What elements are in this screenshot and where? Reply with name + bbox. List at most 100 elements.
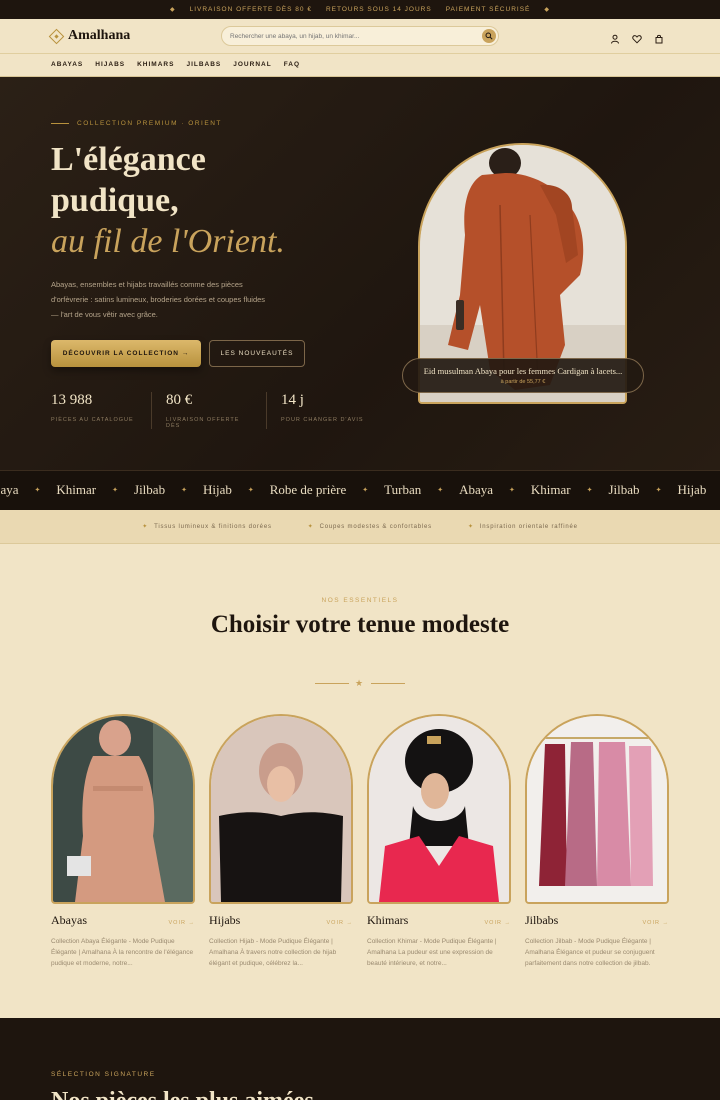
category-name: Jilbabs [525, 913, 559, 927]
category-image[interactable] [51, 714, 195, 904]
title-ornament: ★ [315, 678, 405, 688]
bag-icon[interactable] [654, 31, 664, 44]
hero-product-price: à partir de 55,77 € [500, 379, 546, 385]
stat-label: LIVRAISON OFFERTE DÈS [166, 417, 240, 429]
hijab-photo [211, 716, 351, 902]
marquee-word: Hijab [202, 482, 232, 497]
view-link[interactable]: VOIR → [169, 920, 195, 926]
announcement-payment: PAIEMENT SÉCURISÉ [445, 6, 531, 13]
search-input[interactable] [230, 27, 480, 45]
diamond-icon: ◆ [169, 7, 176, 13]
star-icon: ✦ [142, 524, 149, 530]
stat-value: 80 € [166, 392, 193, 408]
signature-section: SÉLECTION SIGNATURE Nos pièces les plus … [0, 1018, 720, 1100]
hero-title-line3: au fil de l'Orient. [51, 223, 285, 260]
signature-eyebrow: SÉLECTION SIGNATURE [51, 1071, 156, 1078]
hero-title-line2: pudique, [51, 182, 179, 219]
nav-item-faq[interactable]: FAQ [284, 61, 300, 68]
nav-item-khimars[interactable]: KHIMARS [137, 61, 174, 68]
stat-catalogue: 13 988 PIÈCES AU CATALOGUE [51, 392, 152, 429]
hero-product-name: Eid musulman Abaya pour les femmes Cardi… [423, 366, 623, 376]
features-strip: ✦ Tissus lumineux & finitions dorées ✦ Cou… [0, 510, 720, 544]
announcement-returns: RETOURS SOUS 14 JOURS [325, 6, 432, 13]
stat-label: POUR CHANGER D'AVIS [281, 417, 364, 423]
jilbab-photo [527, 716, 667, 902]
category-name: Hijabs [209, 913, 241, 927]
star-icon: ✦ [112, 487, 119, 494]
hero-eyebrow: COLLECTION PREMIUM · ORIENT [51, 120, 222, 127]
abaya-photo [53, 716, 193, 902]
hero-stats: 13 988 PIÈCES AU CATALOGUE 80 € LIVRAISO… [51, 392, 396, 429]
search-icon [485, 32, 493, 40]
stat-returns: 14 j POUR CHANGER D'AVIS [281, 392, 382, 429]
star-icon: ✦ [586, 487, 593, 494]
announcement-bar: ◆ LIVRAISON OFFERTE DÈS 80 € RETOURS SOU… [0, 0, 720, 19]
star-icon: ✦ [181, 487, 187, 494]
category-image[interactable] [209, 714, 353, 904]
search-button[interactable] [482, 29, 496, 43]
marquee-word: Abaya [459, 482, 494, 497]
star-icon: ✦ [655, 487, 662, 494]
feature-item: ✦ Coupes modestes & confortables [307, 523, 432, 531]
heart-icon[interactable] [632, 31, 642, 44]
feature-item: ✦ Tissus lumineux & finitions dorées [142, 523, 272, 531]
view-link[interactable]: VOIR → [327, 920, 353, 926]
category-image[interactable] [525, 714, 669, 904]
stat-value: 14 j [281, 392, 304, 408]
logo[interactable]: Amalhana [48, 28, 131, 44]
nav-item-abayas[interactable]: ABAYAS [51, 61, 83, 68]
category-card-jilbabs[interactable]: Jilbabs VOIR → Collection Jilbab - Mode … [525, 714, 669, 969]
category-card-khimars[interactable]: Khimars VOIR → Collection Khimar - Mode … [367, 714, 511, 969]
feature-text: Coupes modestes & confortables [319, 523, 432, 530]
category-description: Collection Hijab - Mode Pudique Élégante… [209, 938, 337, 967]
hero-description: Abayas, ensembles et hijabs travaillés c… [51, 280, 266, 319]
hero-title-line1: L'élégance [51, 141, 206, 178]
star-icon: ✦ [437, 487, 444, 494]
marquee-word: Jilbab [134, 482, 166, 497]
view-link[interactable]: VOIR → [485, 920, 511, 926]
marquee-track: baya ✦ Khimar ✦ Jilbab ✦ Hijab ✦ Robe de prière ✦… [0, 482, 720, 498]
category-image[interactable] [367, 714, 511, 904]
search-bar [221, 26, 499, 46]
star-icon: ✦ [467, 524, 474, 530]
category-card-abayas[interactable]: Abayas VOIR → Collection Abaya Élégante … [51, 714, 195, 969]
star-icon: ✦ [362, 487, 369, 494]
diamond-icon: ◆ [544, 7, 550, 13]
category-marquee: baya ✦ Khimar ✦ Jilbab ✦ Hijab ✦ Robe de prière ✦… [0, 470, 720, 510]
category-card-hijabs[interactable]: Hijabs VOIR → Collection Hijab - Mode Pu… [209, 714, 353, 969]
marquee-word: Khimar [56, 482, 97, 497]
khimar-photo [369, 716, 509, 902]
feature-item: ✦ Inspiration orientale raffinée [467, 523, 578, 531]
category-description: Collection Khimar - Mode Pudique Élégant… [367, 938, 497, 967]
nav-item-hijabs[interactable]: HIJABS [95, 61, 125, 68]
hero-product-tag[interactable]: Eid musulman Abaya pour les femmes Cardi… [402, 358, 644, 393]
eyebrow-line [51, 123, 69, 124]
category-name: Khimars [367, 913, 409, 927]
nav-item-journal[interactable]: JOURNAL [233, 61, 271, 68]
ornament-line [371, 683, 405, 684]
hero-title: L'élégance pudique, au fil de l'Orient. [51, 139, 371, 262]
star-icon: ✦ [34, 487, 41, 494]
marquee-word: baya [0, 482, 19, 497]
view-link[interactable]: VOIR → [643, 920, 669, 926]
signature-title: Nos pièces les plus aimées [51, 1088, 314, 1100]
stat-shipping: 80 € LIVRAISON OFFERTE DÈS [166, 392, 267, 429]
user-icon[interactable] [610, 31, 620, 44]
discover-collection-button[interactable]: DÉCOUVRIR LA COLLECTION → [51, 340, 201, 367]
stat-value: 13 988 [51, 392, 93, 408]
logo-text: Amalhana [68, 28, 131, 43]
main-navigation: ABAYAS HIJABS KHIMARS JILBABS JOURNAL FA… [0, 54, 720, 77]
nav-item-jilbabs[interactable]: JILBABS [186, 61, 221, 68]
new-arrivals-button[interactable]: LES NOUVEAUTÉS [209, 340, 305, 367]
marquee-word: Hijab [677, 482, 707, 497]
star-icon: ✦ [509, 487, 515, 494]
hero-eyebrow-text: COLLECTION PREMIUM · ORIENT [77, 120, 222, 127]
hero-section: COLLECTION PREMIUM · ORIENT L'élégance p… [0, 77, 720, 470]
announcement-shipping: LIVRAISON OFFERTE DÈS 80 € [189, 6, 312, 13]
essentials-eyebrow: NOS ESSENTIELS [321, 597, 399, 604]
feature-text: Inspiration orientale raffinée [479, 523, 578, 530]
star-icon: ★ [355, 678, 364, 688]
star-icon: ✦ [307, 524, 314, 530]
essentials-title: Choisir votre tenue modeste [210, 611, 510, 638]
site-header: Amalhana [0, 19, 720, 54]
